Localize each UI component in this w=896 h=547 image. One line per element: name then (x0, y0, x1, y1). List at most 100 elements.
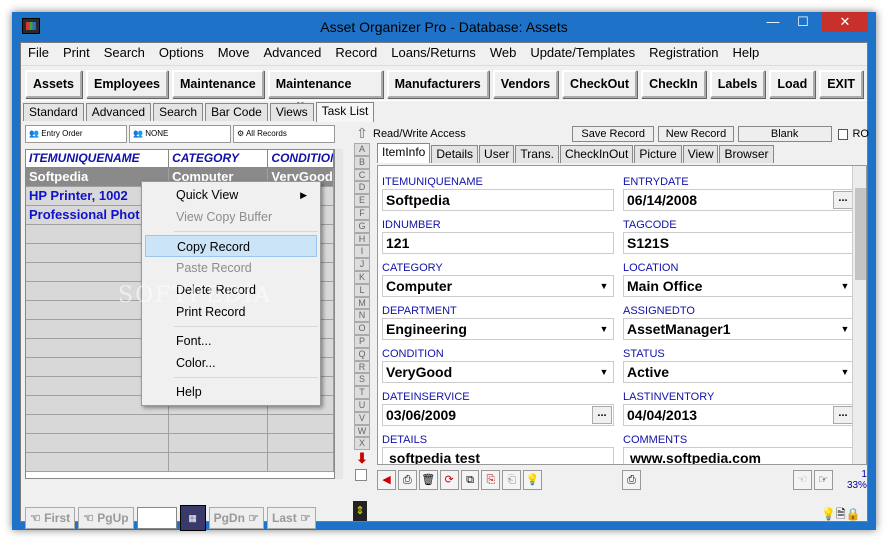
alpha-q[interactable]: Q (354, 347, 370, 361)
menu-item-paste-record[interactable]: Paste Record (145, 257, 317, 279)
menu-item-help[interactable]: Help (145, 381, 317, 403)
new-record-button[interactable]: New Record (658, 126, 734, 142)
alpha-r[interactable]: R (354, 360, 370, 374)
refresh-icon[interactable]: ⟳ (439, 470, 459, 490)
assignedto-select[interactable]: AssetManager1 ▼ (623, 318, 855, 340)
employees-button[interactable]: Employees (86, 70, 169, 98)
comments-textarea[interactable]: www.softpedia.com (623, 447, 855, 464)
tab-checkinout[interactable]: CheckInOut (559, 145, 634, 163)
exit-button[interactable]: EXIT (819, 70, 863, 98)
alpha-w[interactable]: W (354, 424, 370, 438)
alpha-m[interactable]: M (354, 296, 370, 310)
location-select[interactable]: Main Office ▼ (623, 275, 855, 297)
itemuniquename-field[interactable]: Softpedia (382, 189, 614, 211)
menu-update-templates[interactable]: Update/Templates (523, 43, 642, 63)
export-icon[interactable]: ⎙ (622, 470, 642, 490)
menu-record[interactable]: Record (328, 43, 384, 63)
alpha-x[interactable]: X (354, 437, 370, 451)
arrow-down-icon[interactable]: ⬇ (353, 450, 371, 468)
menu-registration[interactable]: Registration (642, 43, 725, 63)
menu-options[interactable]: Options (152, 43, 211, 63)
minimize-button[interactable]: — (759, 12, 787, 32)
filter-selector[interactable]: ⚙ All Records (233, 125, 335, 143)
tab-bar-code[interactable]: Bar Code (205, 103, 268, 121)
menu-move[interactable]: Move (211, 43, 257, 63)
load-button[interactable]: Load (769, 70, 816, 98)
date-picker-button[interactable]: ... (833, 406, 853, 424)
scroll-thumb[interactable] (855, 188, 866, 280)
tab-browser[interactable]: Browser (719, 145, 774, 163)
copy-icon[interactable]: ⧉ (460, 470, 480, 490)
maintenance-staff-button[interactable]: Maintenance Staff (267, 70, 383, 115)
trash-icon[interactable]: 🗑 (418, 470, 438, 490)
category-select[interactable]: Computer ▼ (382, 275, 614, 297)
alpha-f[interactable]: F (354, 206, 370, 220)
checkout-button[interactable]: CheckOut (562, 70, 638, 98)
tab-search[interactable]: Search (153, 103, 204, 121)
menu-item-color[interactable]: Color... (145, 352, 317, 374)
tab-trans[interactable]: Trans. (515, 145, 559, 163)
paste-icon[interactable]: ⎘ (481, 470, 501, 490)
chevron-down-icon[interactable]: ▼ (838, 278, 852, 294)
tab-picture[interactable]: Picture (634, 145, 682, 163)
menu-search[interactable]: Search (97, 43, 152, 63)
alpha-a[interactable]: A (354, 143, 370, 156)
col-category[interactable]: CATEGORY (169, 150, 269, 167)
menu-item-font[interactable]: Font... (145, 330, 317, 352)
sort-field-selector[interactable]: 👥 NONE (129, 125, 231, 143)
lightbulb-icon[interactable]: 💡 (523, 470, 543, 490)
alpha-s[interactable]: S (354, 373, 370, 387)
alpha-t[interactable]: T (354, 386, 370, 399)
menu-file[interactable]: File (21, 43, 56, 63)
alpha-h[interactable]: H (354, 232, 370, 246)
condition-select[interactable]: VeryGood ▼ (382, 361, 614, 383)
tab-view[interactable]: View (682, 145, 719, 163)
tab-standard[interactable]: Standard (23, 103, 84, 121)
chevron-down-icon[interactable]: ▼ (838, 321, 852, 337)
hand-left-icon[interactable]: ☜ (793, 470, 812, 490)
date-picker-button[interactable]: ... (592, 406, 612, 424)
chevron-down-icon[interactable]: ▼ (838, 364, 852, 380)
alpha-b[interactable]: B (354, 155, 370, 169)
labels-button[interactable]: Labels (709, 70, 766, 98)
tab-advanced[interactable]: Advanced (85, 103, 152, 121)
tab-iteminfo[interactable]: ItemInfo (377, 143, 431, 163)
tab-views[interactable]: Views (269, 103, 314, 121)
menu-help[interactable]: Help (725, 43, 766, 63)
alpha-i[interactable]: I (354, 245, 370, 259)
department-select[interactable]: Engineering ▼ (382, 318, 614, 340)
hand-right-icon[interactable]: ☞ (813, 470, 833, 490)
menu-print[interactable]: Print (56, 43, 97, 63)
alpha-j[interactable]: J (354, 258, 370, 271)
save-record-button[interactable]: Save Record (572, 126, 655, 142)
chevron-down-icon[interactable]: ▼ (597, 321, 611, 337)
maximize-button[interactable]: ☐ (789, 12, 817, 32)
vendors-button[interactable]: Vendors (492, 70, 559, 98)
menu-advanced[interactable]: Advanced (257, 43, 329, 63)
checkin-button[interactable]: CheckIn (641, 70, 706, 98)
chevron-down-icon[interactable]: ▼ (597, 364, 611, 380)
lastinventory-field[interactable]: 04/04/2013... (623, 404, 855, 426)
alpha-e[interactable]: E (354, 194, 370, 207)
close-button[interactable]: ✕ (822, 12, 868, 32)
alpha-k[interactable]: K (354, 270, 370, 284)
col-itemuniquename[interactable]: ITEMUNIQUENAME (26, 150, 170, 167)
idnumber-field[interactable]: 121 (382, 232, 614, 254)
form-scrollbar[interactable] (852, 166, 866, 464)
chevron-down-icon[interactable]: ▼ (597, 278, 611, 294)
alpha-l[interactable]: L (354, 283, 370, 297)
printer-icon[interactable]: ⎙ (397, 470, 417, 490)
menu-item-copy-record[interactable]: Copy Record (145, 235, 317, 257)
status-select[interactable]: Active ▼ (623, 361, 855, 383)
menu-item-quick-view[interactable]: Quick View ▶ (145, 184, 317, 206)
alpha-o[interactable]: O (354, 322, 370, 335)
details-textarea[interactable]: softpedia test (382, 447, 614, 464)
menu-loans-returns[interactable]: Loans/Returns (384, 43, 483, 63)
grid-scrollbar[interactable] (335, 149, 343, 479)
select-checkbox[interactable] (355, 469, 367, 481)
date-picker-button[interactable]: ... (833, 191, 853, 209)
alpha-d[interactable]: D (354, 181, 370, 195)
tagcode-field[interactable]: S121S (623, 232, 855, 254)
tab-task-list[interactable]: Task List (315, 102, 375, 122)
alpha-p[interactable]: P (354, 334, 370, 348)
